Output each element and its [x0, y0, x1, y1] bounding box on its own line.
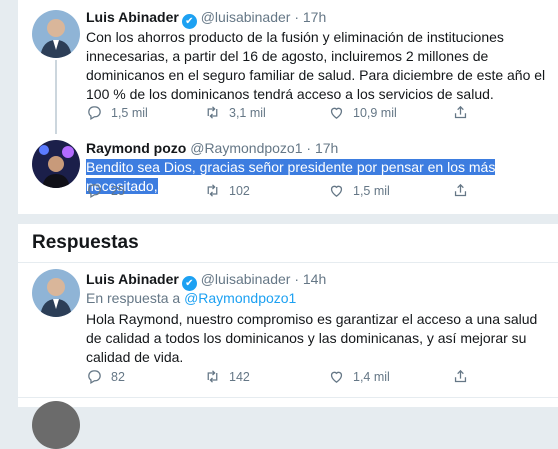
tweet-actions: 82 142 1,4 mil: [86, 368, 506, 388]
share-icon: [454, 183, 467, 197]
timeline-panel: Luis Abinader ✔ @luisabinader · 17h Con l…: [18, 0, 558, 449]
reply-button[interactable]: 25: [86, 182, 125, 199]
reply-count: 1,5 mil: [111, 105, 148, 120]
timestamp[interactable]: 14h: [303, 271, 326, 287]
handle[interactable]: @Raymondpozo1: [190, 140, 302, 156]
tweet-header: Luis Abinader ✔ @luisabinader · 14h: [86, 270, 326, 291]
retweet-icon: [207, 370, 218, 383]
tweet-actions: 25 102 1,5 mil: [86, 182, 506, 202]
retweet-count: 142: [229, 369, 250, 384]
like-icon: [330, 371, 343, 383]
display-name[interactable]: Luis Abinader: [86, 9, 179, 25]
responses-heading: Respuestas: [32, 232, 139, 253]
tweet-text: Hola Raymond, nuestro compromiso es gara…: [86, 311, 538, 365]
avatar[interactable]: [32, 10, 80, 58]
tweet-text: Con los ahorros producto de la fusión y …: [86, 29, 546, 102]
reply-tweet[interactable]: Raymond pozo @Raymondpozo1 · 17h Bendito…: [18, 134, 558, 212]
like-icon: [330, 107, 343, 119]
separator-dot: ·: [294, 271, 299, 287]
main-tweet[interactable]: Luis Abinader ✔ @luisabinader · 17h Con l…: [18, 0, 558, 134]
response-tweet[interactable]: Luis Abinader ✔ @luisabinader · 14h En re…: [18, 263, 558, 393]
verified-badge-icon: ✔: [181, 276, 197, 291]
reply-count: 25: [111, 183, 125, 198]
retweet-button[interactable]: 142: [204, 368, 250, 385]
retweet-count: 3,1 mil: [229, 105, 266, 120]
reply-button[interactable]: 1,5 mil: [86, 104, 148, 121]
like-button[interactable]: 1,4 mil: [328, 368, 390, 385]
like-count: 10,9 mil: [353, 105, 397, 120]
reply-icon: [88, 184, 101, 199]
share-icon: [454, 105, 467, 119]
retweet-button[interactable]: 102: [204, 182, 250, 199]
divider: [18, 397, 558, 398]
tweet-header: Raymond pozo @Raymondpozo1 · 17h: [86, 139, 338, 157]
like-count: 1,5 mil: [353, 183, 390, 198]
handle[interactable]: @luisabinader: [201, 9, 291, 25]
share-button[interactable]: [452, 368, 469, 385]
reply-count: 82: [111, 369, 125, 384]
like-icon: [330, 185, 343, 197]
tweet-header: Luis Abinader ✔ @luisabinader · 17h: [86, 8, 326, 29]
retweet-button[interactable]: 3,1 mil: [204, 104, 266, 121]
timestamp[interactable]: 17h: [315, 140, 338, 156]
reply-prefix: En respuesta a: [86, 290, 181, 306]
thread-connector-line: [55, 60, 57, 134]
like-button[interactable]: 10,9 mil: [328, 104, 397, 121]
handle[interactable]: @luisabinader: [201, 271, 291, 287]
like-button[interactable]: 1,5 mil: [328, 182, 390, 199]
retweet-icon: [207, 184, 218, 197]
retweet-icon: [207, 106, 218, 119]
share-button[interactable]: [452, 104, 469, 121]
share-icon: [454, 369, 467, 383]
avatar[interactable]: [32, 269, 80, 317]
timestamp[interactable]: 17h: [303, 9, 326, 25]
reply-to-link[interactable]: @Raymondpozo1: [184, 290, 296, 306]
reply-button[interactable]: 82: [86, 368, 125, 385]
display-name[interactable]: Luis Abinader: [86, 271, 179, 287]
tweet-actions: 1,5 mil 3,1 mil 10,9 mil: [86, 104, 506, 124]
avatar[interactable]: [32, 140, 80, 188]
share-button[interactable]: [452, 182, 469, 199]
separator-dot: ·: [294, 9, 299, 25]
display-name[interactable]: Raymond pozo: [86, 140, 186, 156]
section-gap: [18, 214, 558, 224]
like-count: 1,4 mil: [353, 369, 390, 384]
retweet-count: 102: [229, 183, 250, 198]
reply-icon: [88, 370, 101, 385]
reply-icon: [88, 106, 101, 121]
verified-badge-icon: ✔: [181, 14, 197, 29]
next-tweet-avatar-partial[interactable]: [32, 401, 80, 449]
separator-dot: ·: [306, 140, 312, 156]
reply-context: En respuesta a @Raymondpozo1: [86, 290, 296, 306]
